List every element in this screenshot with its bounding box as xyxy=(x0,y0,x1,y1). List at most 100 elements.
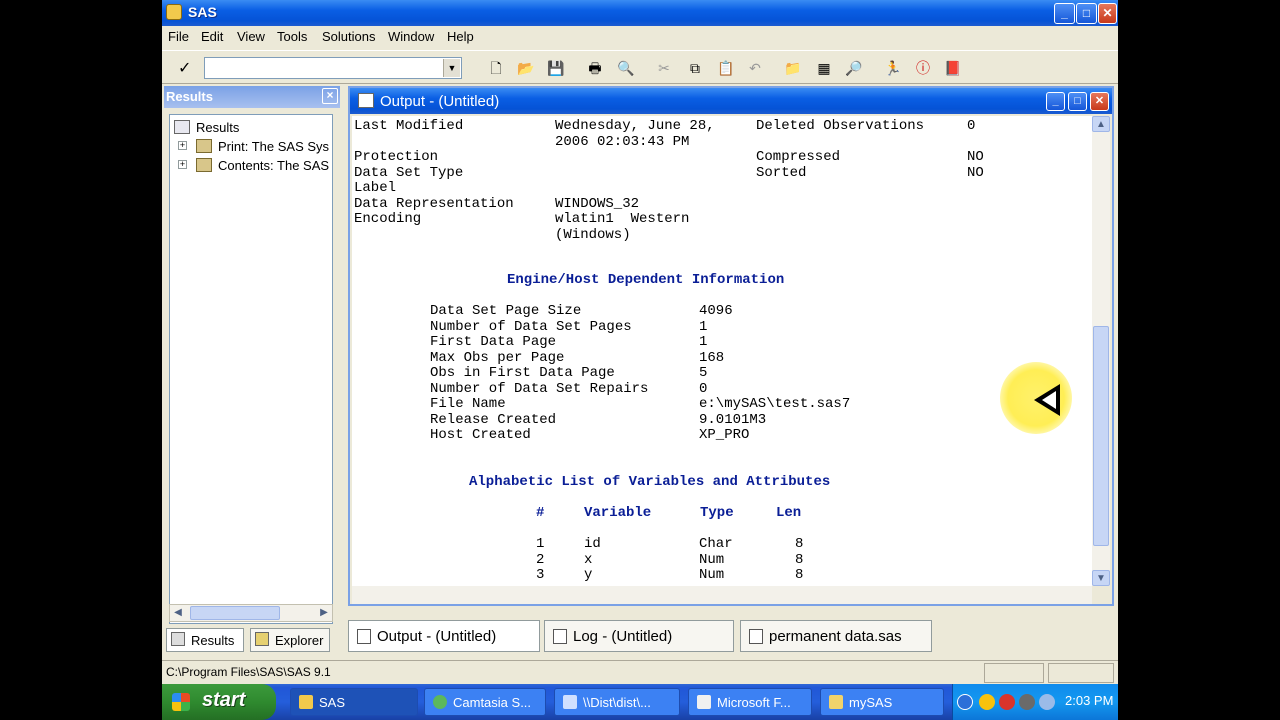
task-dist[interactable]: \\Dist\dist\... xyxy=(554,688,680,716)
cut-icon[interactable]: ✂ xyxy=(655,59,673,77)
results-horizontal-scrollbar[interactable]: ◀ ▶ xyxy=(169,604,333,622)
minimize-button[interactable]: _ xyxy=(1054,3,1075,24)
tab-explorer[interactable]: Explorer xyxy=(250,628,330,652)
tab-results[interactable]: Results xyxy=(166,628,244,652)
menu-window[interactable]: Window xyxy=(388,29,434,44)
scroll-thumb[interactable] xyxy=(190,606,280,620)
windows-logo-icon xyxy=(172,693,190,711)
tray-volume-icon[interactable] xyxy=(1019,694,1035,710)
attribute-label-2: Compressed xyxy=(756,149,841,165)
tray-security-icon[interactable] xyxy=(999,694,1015,710)
help-book-icon[interactable]: 📕 xyxy=(944,59,962,77)
paste-icon[interactable]: 📋 xyxy=(717,59,735,77)
output-close-button[interactable]: ✕ xyxy=(1090,92,1109,111)
open-folder-icon[interactable]: 📂 xyxy=(517,59,535,77)
output-horizontal-scrollbar[interactable] xyxy=(352,586,1092,604)
tray-expand-icon[interactable] xyxy=(957,694,973,710)
status-pane xyxy=(984,663,1044,683)
menu-tools[interactable]: Tools xyxy=(277,29,307,44)
tray-network-icon[interactable] xyxy=(979,694,995,710)
scroll-thumb[interactable] xyxy=(1093,326,1109,546)
engine-label: First Data Page xyxy=(430,334,557,350)
var-name: id xyxy=(584,536,601,552)
scroll-up-icon[interactable]: ▲ xyxy=(1092,116,1110,132)
task-sas[interactable]: SAS xyxy=(290,688,418,716)
attribute-value-2: NO xyxy=(967,165,984,181)
var-name: x xyxy=(584,551,593,568)
undo-icon[interactable]: ↶ xyxy=(746,59,764,77)
menu-help[interactable]: Help xyxy=(447,29,474,44)
run-icon[interactable]: 🏃 xyxy=(884,59,902,77)
menu-file[interactable]: File xyxy=(168,29,189,44)
attribute-value: 2006 02:03:43 PM xyxy=(555,134,690,150)
copy-icon[interactable]: ⧉ xyxy=(686,59,704,77)
new-document-icon[interactable]: 🗋 xyxy=(487,59,505,77)
attribute-value-2: 0 xyxy=(967,118,976,134)
find-icon[interactable]: 🔎 xyxy=(845,59,863,77)
engine-value: XP_PRO xyxy=(699,427,750,443)
col-header-len: Len xyxy=(776,505,802,521)
folder-icon xyxy=(196,158,212,172)
menu-edit[interactable]: Edit xyxy=(201,29,223,44)
engine-label: Number of Data Set Pages xyxy=(430,318,632,335)
print-preview-icon[interactable]: 🔍 xyxy=(617,59,635,77)
output-content[interactable]: Last Modified Wednesday, June 28, Deleted … xyxy=(352,116,1092,586)
engine-label: Max Obs per Page xyxy=(430,349,565,366)
clock: 2:03 PM xyxy=(1065,693,1114,708)
var-type: Num xyxy=(699,567,725,583)
attribute-value: (Windows) xyxy=(555,227,631,243)
output-maximize-button[interactable]: □ xyxy=(1068,92,1087,111)
var-len: 8 xyxy=(795,551,804,568)
close-icon[interactable]: × xyxy=(322,88,338,104)
taskbar: start SAS Camtasia S... \\Dist\dist\... … xyxy=(162,684,1118,720)
title-bar: SAS _ □ ✕ xyxy=(162,0,1118,26)
attribute-value: Wednesday, June 28, xyxy=(555,118,715,134)
toolbar: ✓ ▼ 🗋 📂 💾 🖶 🔍 ✂ ⧉ 📋 ↶ 📁 ▦ 🔎 🏃 ⓘ 📕 xyxy=(162,50,1118,84)
tab-log[interactable]: Log - (Untitled) xyxy=(544,620,734,652)
engine-value: 9.0101M3 xyxy=(699,411,767,428)
save-icon[interactable]: 💾 xyxy=(547,59,565,77)
maximize-button[interactable]: □ xyxy=(1076,3,1097,24)
results-icon xyxy=(174,120,190,134)
tray-app-icon[interactable] xyxy=(1039,694,1055,710)
engine-label: Number of Data Set Repairs xyxy=(430,380,649,397)
window-title: SAS xyxy=(188,4,217,20)
submit-check-icon[interactable]: ✓ xyxy=(178,58,191,78)
engine-heading: Engine/Host Dependent Information xyxy=(507,272,785,288)
sas-explorer-icon[interactable]: ▦ xyxy=(815,59,833,77)
print-icon[interactable]: 🖶 xyxy=(586,59,604,77)
chevron-down-icon[interactable]: ▼ xyxy=(443,59,460,77)
expand-icon[interactable]: + xyxy=(178,141,187,150)
output-minimize-button[interactable]: _ xyxy=(1046,92,1065,111)
attribute-value: WINDOWS_32 xyxy=(555,196,640,212)
command-input[interactable]: ▼ xyxy=(204,57,462,79)
task-camtasia[interactable]: Camtasia S... xyxy=(424,688,546,716)
mouse-pointer-inner xyxy=(1042,391,1056,409)
engine-value: 5 xyxy=(699,365,708,381)
scroll-right-icon[interactable]: ▶ xyxy=(316,605,332,621)
var-number: 1 xyxy=(536,536,545,552)
tab-program-editor[interactable]: permanent data.sas xyxy=(740,620,932,652)
output-vertical-scrollbar[interactable]: ▲ ▼ xyxy=(1092,116,1110,586)
task-microsoft[interactable]: Microsoft F... xyxy=(688,688,812,716)
menu-view[interactable]: View xyxy=(237,29,265,44)
col-header-number: # xyxy=(536,505,545,521)
expand-icon[interactable]: + xyxy=(178,160,187,169)
results-tree: Results + Print: The SAS Sys + Contents:… xyxy=(169,114,333,624)
start-button[interactable]: start xyxy=(162,684,276,720)
scroll-left-icon[interactable]: ◀ xyxy=(170,605,186,621)
attribute-label: Data Set Type xyxy=(354,165,464,181)
tab-output[interactable]: Output - (Untitled) xyxy=(348,620,540,652)
break-icon[interactable]: ⓘ xyxy=(914,59,932,77)
new-library-icon[interactable]: 📁 xyxy=(784,59,802,77)
status-path: C:\Program Files\SAS\SAS 9.1 xyxy=(166,665,331,679)
task-mysas[interactable]: mySAS xyxy=(820,688,944,716)
menu-solutions[interactable]: Solutions xyxy=(322,29,375,44)
engine-value: e:\mySAS\test.sas7 xyxy=(699,396,851,412)
scroll-down-icon[interactable]: ▼ xyxy=(1092,570,1110,586)
application-icon xyxy=(697,695,711,709)
attribute-label-2: Sorted xyxy=(756,165,807,181)
status-bar: C:\Program Files\SAS\SAS 9.1 xyxy=(162,660,1118,684)
var-number: 2 xyxy=(536,551,545,568)
close-button[interactable]: ✕ xyxy=(1098,3,1117,24)
